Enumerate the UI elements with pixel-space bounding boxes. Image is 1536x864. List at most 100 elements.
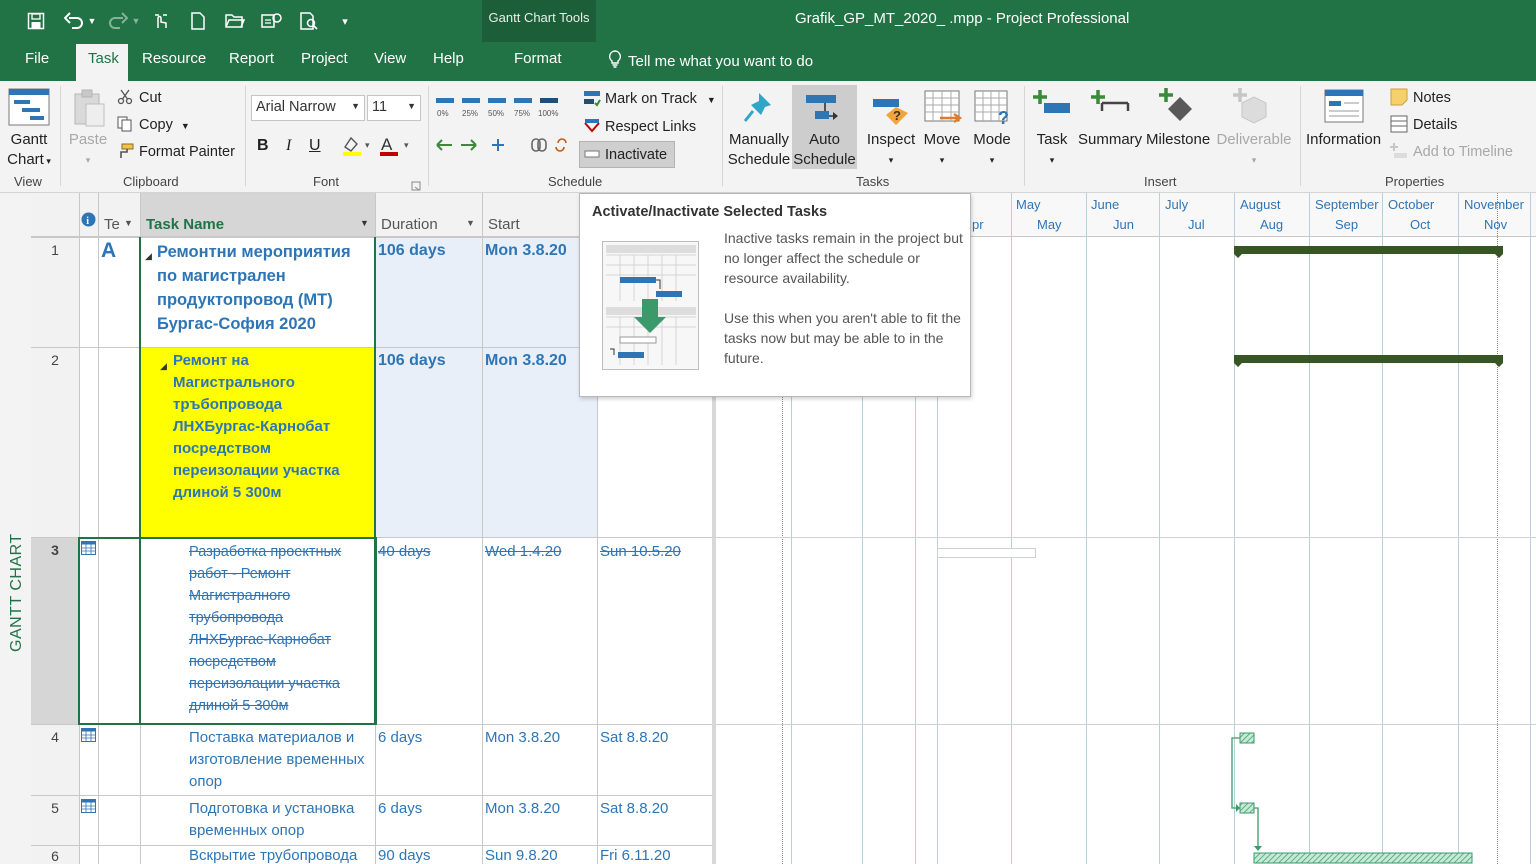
redo-dropdown-icon[interactable]: ▼: [130, 8, 142, 34]
details-button[interactable]: Details: [1413, 116, 1457, 134]
task-bar-with-links[interactable]: [1228, 732, 1478, 864]
collapse-icon[interactable]: ◢: [145, 245, 152, 267]
tab-view[interactable]: View: [374, 50, 406, 67]
duration-cell[interactable]: 106 days: [378, 240, 446, 262]
add-to-timeline-button[interactable]: Add to Timeline: [1413, 143, 1513, 161]
task-name-line: Бургас-София 2020: [157, 315, 316, 333]
paste-button[interactable]: Paste ▾: [68, 130, 108, 170]
group-separator: [245, 86, 246, 186]
gantt-chart-icon: [8, 88, 50, 129]
touch-mode-icon[interactable]: [150, 8, 172, 34]
bold-button[interactable]: B: [257, 137, 269, 155]
summary-bar[interactable]: [1234, 354, 1504, 371]
information-button[interactable]: Information: [1306, 131, 1381, 149]
header-mode-dropdown-icon[interactable]: ▼: [124, 218, 133, 228]
new-file-icon[interactable]: [187, 8, 209, 34]
start-cell[interactable]: Mon 3.8.20: [485, 240, 567, 262]
start-cell[interactable]: Sun 9.8.20: [485, 846, 558, 864]
task-name-cell[interactable]: Подготовка и установка временных опор: [189, 798, 373, 842]
task-name-cell[interactable]: Поставка материалов и изготовление време…: [189, 727, 373, 793]
task-name-line: ЛНХБургас-Карнобат: [173, 418, 331, 435]
start-cell[interactable]: Mon 3.8.20: [485, 798, 560, 820]
pct-0-label: 0%: [437, 109, 449, 118]
tab-help[interactable]: Help: [433, 50, 464, 67]
task-name-cell[interactable]: Разработка проектных работ - Ремонт Маги…: [189, 541, 373, 717]
respect-links-button[interactable]: Respect Links: [605, 118, 696, 136]
duration-cell[interactable]: 6 days: [378, 727, 422, 749]
row-number[interactable]: 6: [31, 846, 79, 864]
svg-text:A: A: [381, 135, 393, 154]
timescale-month-top: September: [1315, 197, 1379, 212]
gantt-chart-button[interactable]: Gantt Chart ▾: [5, 130, 53, 171]
font-dialog-launcher-icon[interactable]: [411, 178, 421, 194]
font-size-select[interactable]: 11 ▼: [367, 95, 421, 121]
row-header-corner[interactable]: [31, 193, 79, 237]
auto-schedule-button[interactable]: Auto Schedule: [792, 130, 857, 170]
finish-cell[interactable]: Sat 8.8.20: [600, 798, 668, 820]
task-name-cell[interactable]: Ремонтни мероприятия по магистрален прод…: [157, 240, 372, 336]
notes-button[interactable]: Notes: [1413, 89, 1451, 107]
italic-button[interactable]: I: [286, 137, 291, 155]
tab-format[interactable]: Format: [514, 50, 562, 67]
outdent-indent-link-icons[interactable]: [434, 135, 578, 158]
open-folder-icon[interactable]: [223, 8, 247, 34]
inactivate-icon: [584, 146, 600, 165]
duration-cell[interactable]: 90 days: [378, 846, 431, 864]
mark-on-track-button[interactable]: Mark on Track ▼: [605, 90, 716, 109]
manually-schedule-button[interactable]: Manually Schedule: [727, 130, 791, 170]
tell-me-search[interactable]: Tell me what you want to do: [608, 50, 813, 72]
tab-task[interactable]: Task: [88, 50, 119, 67]
start-cell[interactable]: Mon 3.8.20: [485, 350, 567, 372]
svg-text:▾: ▾: [365, 141, 370, 151]
undo-icon[interactable]: [62, 8, 86, 34]
insert-summary-button[interactable]: Summary: [1078, 131, 1142, 149]
finish-cell[interactable]: Sun 10.5.20: [600, 541, 681, 563]
task-name-line: изготовление временных: [189, 751, 365, 768]
row-number[interactable]: 2: [31, 348, 79, 537]
row-number[interactable]: 4: [31, 725, 79, 795]
tab-report[interactable]: Report: [229, 50, 274, 67]
insert-milestone-button[interactable]: Milestone: [1146, 131, 1210, 149]
underline-button[interactable]: U: [309, 137, 321, 155]
highlight-color-icon[interactable]: ▾: [341, 135, 375, 160]
undo-dropdown-icon[interactable]: ▼: [86, 8, 98, 34]
finish-cell[interactable]: Fri 6.11.20: [600, 846, 671, 864]
cut-button[interactable]: Cut: [139, 89, 162, 107]
customize-qat-icon[interactable]: ▾: [338, 8, 352, 34]
font-color-icon[interactable]: A ▾: [380, 135, 414, 160]
gantt-chart-label-2: Chart ▾: [7, 151, 51, 168]
start-cell[interactable]: Mon 3.8.20: [485, 727, 560, 749]
grid-line: [716, 537, 1536, 538]
finish-cell[interactable]: Sat 8.8.20: [600, 727, 668, 749]
row-number[interactable]: 3: [31, 538, 79, 724]
collapse-icon[interactable]: ◢: [160, 355, 167, 377]
header-task-name-dropdown-icon[interactable]: ▼: [360, 218, 369, 228]
print-preview-icon[interactable]: [297, 8, 321, 34]
save-icon[interactable]: [24, 8, 48, 34]
format-painter-button[interactable]: Format Painter: [139, 143, 235, 161]
duration-cell[interactable]: 40 days: [378, 541, 431, 563]
task-name-cell[interactable]: Вскрытие трубопровода: [189, 846, 373, 864]
tab-file[interactable]: File: [25, 50, 49, 67]
insert-deliverable-button[interactable]: Deliverable ▾: [1214, 130, 1294, 170]
task-name-cell[interactable]: Ремонт на Магистрального тръбопровода ЛН…: [173, 350, 373, 504]
inspect-button[interactable]: Inspect ▾: [864, 130, 918, 170]
duration-cell[interactable]: 6 days: [378, 798, 422, 820]
tab-project[interactable]: Project: [301, 50, 348, 67]
insert-task-button[interactable]: Task ▾: [1032, 130, 1072, 170]
move-button[interactable]: Move ▾: [918, 130, 966, 170]
row-number[interactable]: 5: [31, 796, 79, 845]
inactive-task-bar[interactable]: [937, 547, 1037, 563]
start-cell[interactable]: Wed 1.4.20: [485, 541, 561, 563]
redo-icon[interactable]: [106, 8, 130, 34]
row-number[interactable]: 1: [31, 238, 79, 347]
duration-cell[interactable]: 106 days: [378, 350, 446, 372]
inactivate-button[interactable]: Inactivate: [605, 146, 667, 164]
header-duration-dropdown-icon[interactable]: ▼: [466, 218, 475, 228]
copy-button[interactable]: Copy ▼: [139, 116, 190, 135]
font-family-select[interactable]: Arial Narrow ▼: [251, 95, 365, 121]
project-info-icon[interactable]: [260, 8, 284, 34]
mode-button[interactable]: Mode ▾: [968, 130, 1016, 170]
summary-bar[interactable]: [1234, 245, 1504, 262]
tab-resource[interactable]: Resource: [142, 50, 206, 67]
